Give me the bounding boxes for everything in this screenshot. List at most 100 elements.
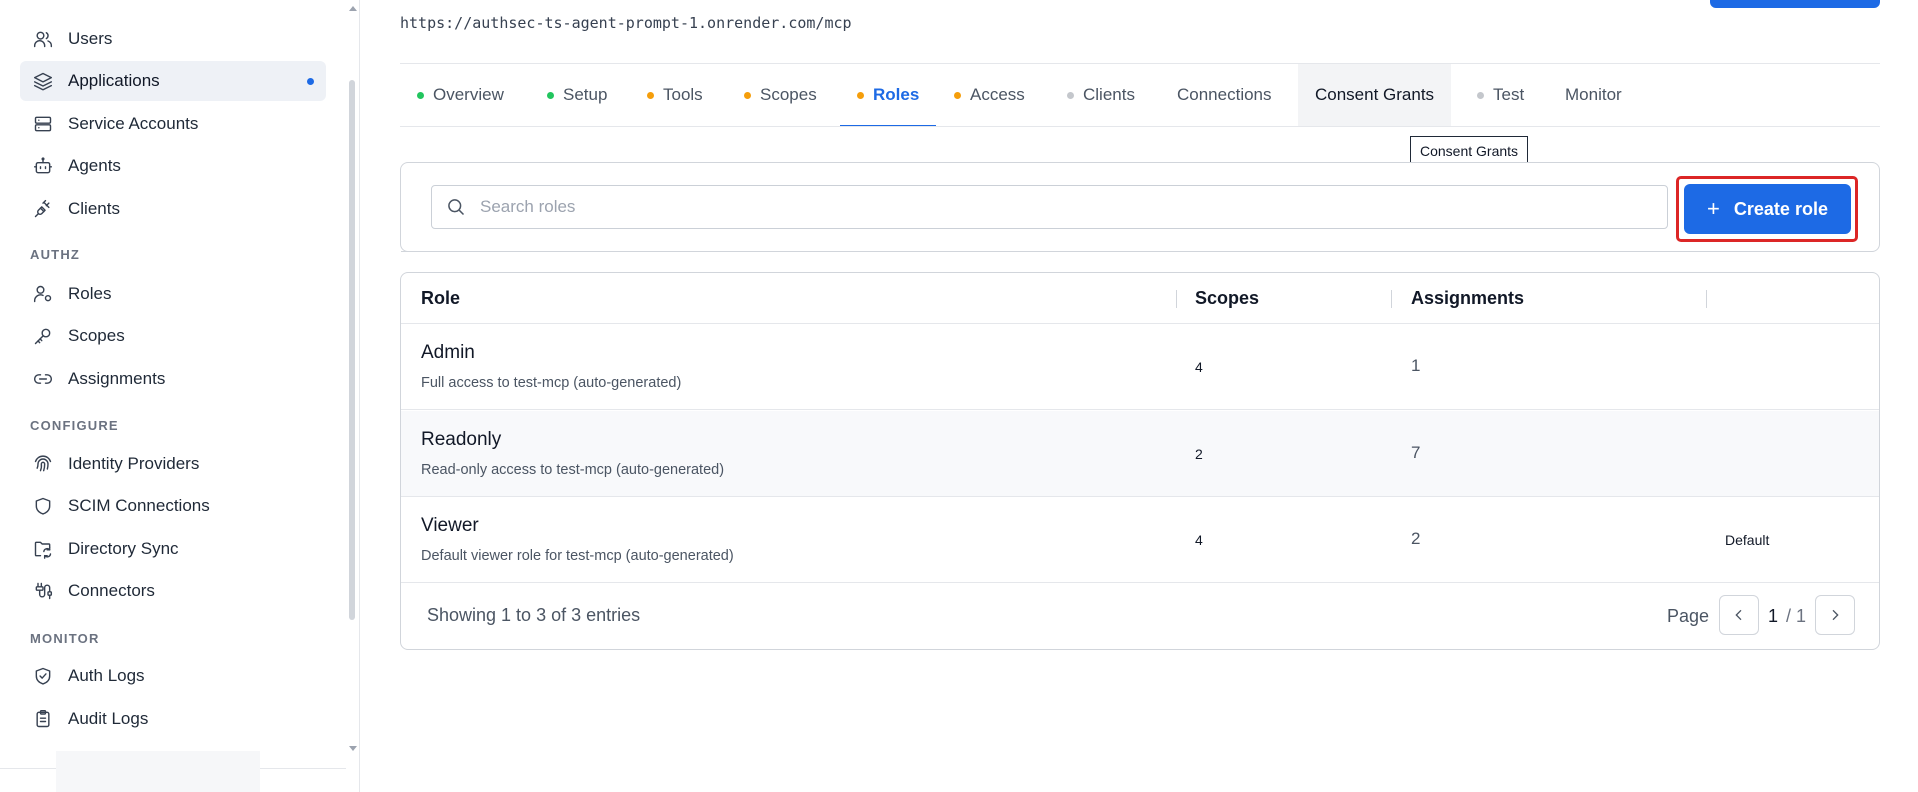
- active-indicator-dot: [307, 78, 314, 85]
- sidebar-footer: [0, 751, 346, 792]
- sidebar-item-identity-providers[interactable]: Identity Providers: [20, 444, 326, 484]
- sidebar-item-connectors[interactable]: Connectors: [20, 571, 326, 611]
- scroll-up-arrow-icon[interactable]: [349, 6, 357, 11]
- link-icon: [32, 368, 54, 390]
- sidebar-footer-placeholder: [56, 751, 260, 792]
- roles-table: Role Scopes Assignments Admin Full acces…: [400, 272, 1880, 650]
- key-icon: [32, 325, 54, 347]
- sidebar-item-assignments[interactable]: Assignments: [20, 359, 326, 399]
- tab-clients[interactable]: Clients: [1050, 64, 1152, 126]
- column-divider: [1706, 290, 1707, 308]
- status-dot: [1067, 91, 1074, 99]
- role-description: Full access to test-mcp (auto-generated): [421, 375, 682, 391]
- tab-roles[interactable]: Roles: [840, 64, 937, 127]
- role-assignments-count: 2: [1411, 529, 1421, 548]
- tab-connections[interactable]: Connections: [1160, 64, 1289, 126]
- tab-access[interactable]: Access: [937, 64, 1042, 126]
- total-pages: / 1: [1786, 606, 1807, 626]
- sidebar-item-label: SCIM Connections: [68, 496, 210, 515]
- sidebar-item-clients[interactable]: Clients: [20, 189, 326, 229]
- sidebar-item-service-accounts[interactable]: Service Accounts: [20, 104, 326, 144]
- tab-label: Test: [1493, 85, 1525, 104]
- scroll-down-arrow-icon[interactable]: [349, 746, 357, 751]
- role-assignments-count: 1: [1411, 356, 1421, 375]
- column-header-role[interactable]: Role: [421, 288, 460, 309]
- header-action-button[interactable]: [1710, 0, 1880, 8]
- tab-label: Overview: [433, 85, 504, 104]
- sidebar-item-label: Roles: [68, 284, 112, 303]
- sidebar-item-applications[interactable]: Applications: [20, 61, 326, 101]
- create-role-label: Create role: [1733, 198, 1828, 219]
- sidebar-item-label: Clients: [68, 199, 120, 218]
- sidebar-item-auth-logs[interactable]: Auth Logs: [20, 656, 326, 696]
- previous-page-button[interactable]: [1719, 595, 1759, 635]
- sidebar-item-label: Users: [68, 29, 113, 48]
- column-divider: [1176, 290, 1177, 308]
- role-name: Viewer: [421, 515, 479, 536]
- sidebar-item-scopes[interactable]: Scopes: [20, 316, 326, 356]
- cable-icon: [32, 580, 54, 602]
- role-scopes-count: 4: [1195, 359, 1203, 375]
- tab-test[interactable]: Test: [1460, 64, 1541, 126]
- sidebar-item-scim-connections[interactable]: SCIM Connections: [20, 486, 326, 526]
- table-footer: Showing 1 to 3 of 3 entries Page 1 / 1: [401, 583, 1879, 649]
- tab-label: Connections: [1177, 85, 1272, 104]
- search-field[interactable]: [431, 185, 1668, 229]
- create-role-button[interactable]: + Create role: [1684, 184, 1851, 234]
- table-header: Role Scopes Assignments: [401, 273, 1879, 324]
- divider: [400, 126, 1880, 127]
- sidebar-item-audit-logs[interactable]: Audit Logs: [20, 699, 326, 739]
- column-divider: [1391, 290, 1392, 308]
- sidebar-item-label: Directory Sync: [68, 539, 179, 558]
- tab-overview[interactable]: Overview: [400, 64, 521, 126]
- column-header-scopes[interactable]: Scopes: [1195, 288, 1259, 309]
- search-card: + Create role: [400, 162, 1880, 252]
- tab-tools[interactable]: Tools: [630, 64, 720, 126]
- status-dot: [417, 91, 424, 99]
- shield-check-icon: [32, 665, 54, 687]
- sidebar-item-users[interactable]: Users: [20, 19, 326, 59]
- chevron-left-icon: [1735, 609, 1742, 621]
- section-label-authz: AUTHZ: [30, 247, 81, 262]
- sidebar-item-agents[interactable]: Agents: [20, 146, 326, 186]
- shield-icon: [32, 495, 54, 517]
- sidebar-item-label: Assignments: [68, 369, 166, 388]
- search-icon: [446, 197, 466, 217]
- status-dot: [1477, 91, 1484, 99]
- section-label-monitor: MONITOR: [30, 631, 100, 646]
- sidebar-item-roles[interactable]: Roles: [20, 274, 326, 314]
- clipboard-icon: [32, 708, 54, 730]
- tab-label: Access: [970, 85, 1025, 104]
- tab-consent-grants[interactable]: Consent Grants: [1298, 64, 1452, 126]
- section-label-configure: CONFIGURE: [30, 418, 119, 433]
- next-page-button[interactable]: [1815, 595, 1855, 635]
- role-name: Readonly: [421, 429, 502, 450]
- status-dot: [857, 91, 864, 99]
- tab-setup[interactable]: Setup: [530, 64, 624, 126]
- user-cog-icon: [32, 283, 54, 305]
- role-description: Read-only access to test-mcp (auto-gener…: [421, 462, 725, 478]
- divider: [401, 251, 1619, 252]
- tab-scopes[interactable]: Scopes: [727, 64, 834, 126]
- tab-monitor[interactable]: Monitor: [1548, 64, 1639, 126]
- status-dot: [547, 91, 554, 99]
- sidebar-scrollbar[interactable]: [349, 80, 355, 620]
- table-row[interactable]: Viewer Default viewer role for test-mcp …: [401, 497, 1879, 583]
- chevron-right-icon: [1832, 609, 1839, 621]
- column-header-assignments[interactable]: Assignments: [1411, 288, 1524, 309]
- folder-sync-icon: [32, 538, 54, 560]
- sidebar-item-label: Audit Logs: [68, 709, 149, 728]
- table-row[interactable]: Admin Full access to test-mcp (auto-gene…: [401, 324, 1879, 410]
- role-name: Admin: [421, 342, 475, 363]
- sidebar-item-label: Auth Logs: [68, 666, 145, 685]
- sidebar-item-directory-sync[interactable]: Directory Sync: [20, 529, 326, 569]
- tab-label: Roles: [873, 85, 920, 104]
- plug-icon: [32, 198, 54, 220]
- role-assignments-count: 7: [1411, 443, 1421, 462]
- table-row[interactable]: Readonly Read-only access to test-mcp (a…: [401, 411, 1879, 497]
- tab-label: Scopes: [760, 85, 817, 104]
- sidebar-item-label: Service Accounts: [68, 114, 199, 133]
- search-input[interactable]: [480, 197, 1667, 217]
- sidebar-item-label: Applications: [68, 71, 160, 90]
- layers-icon: [32, 70, 54, 92]
